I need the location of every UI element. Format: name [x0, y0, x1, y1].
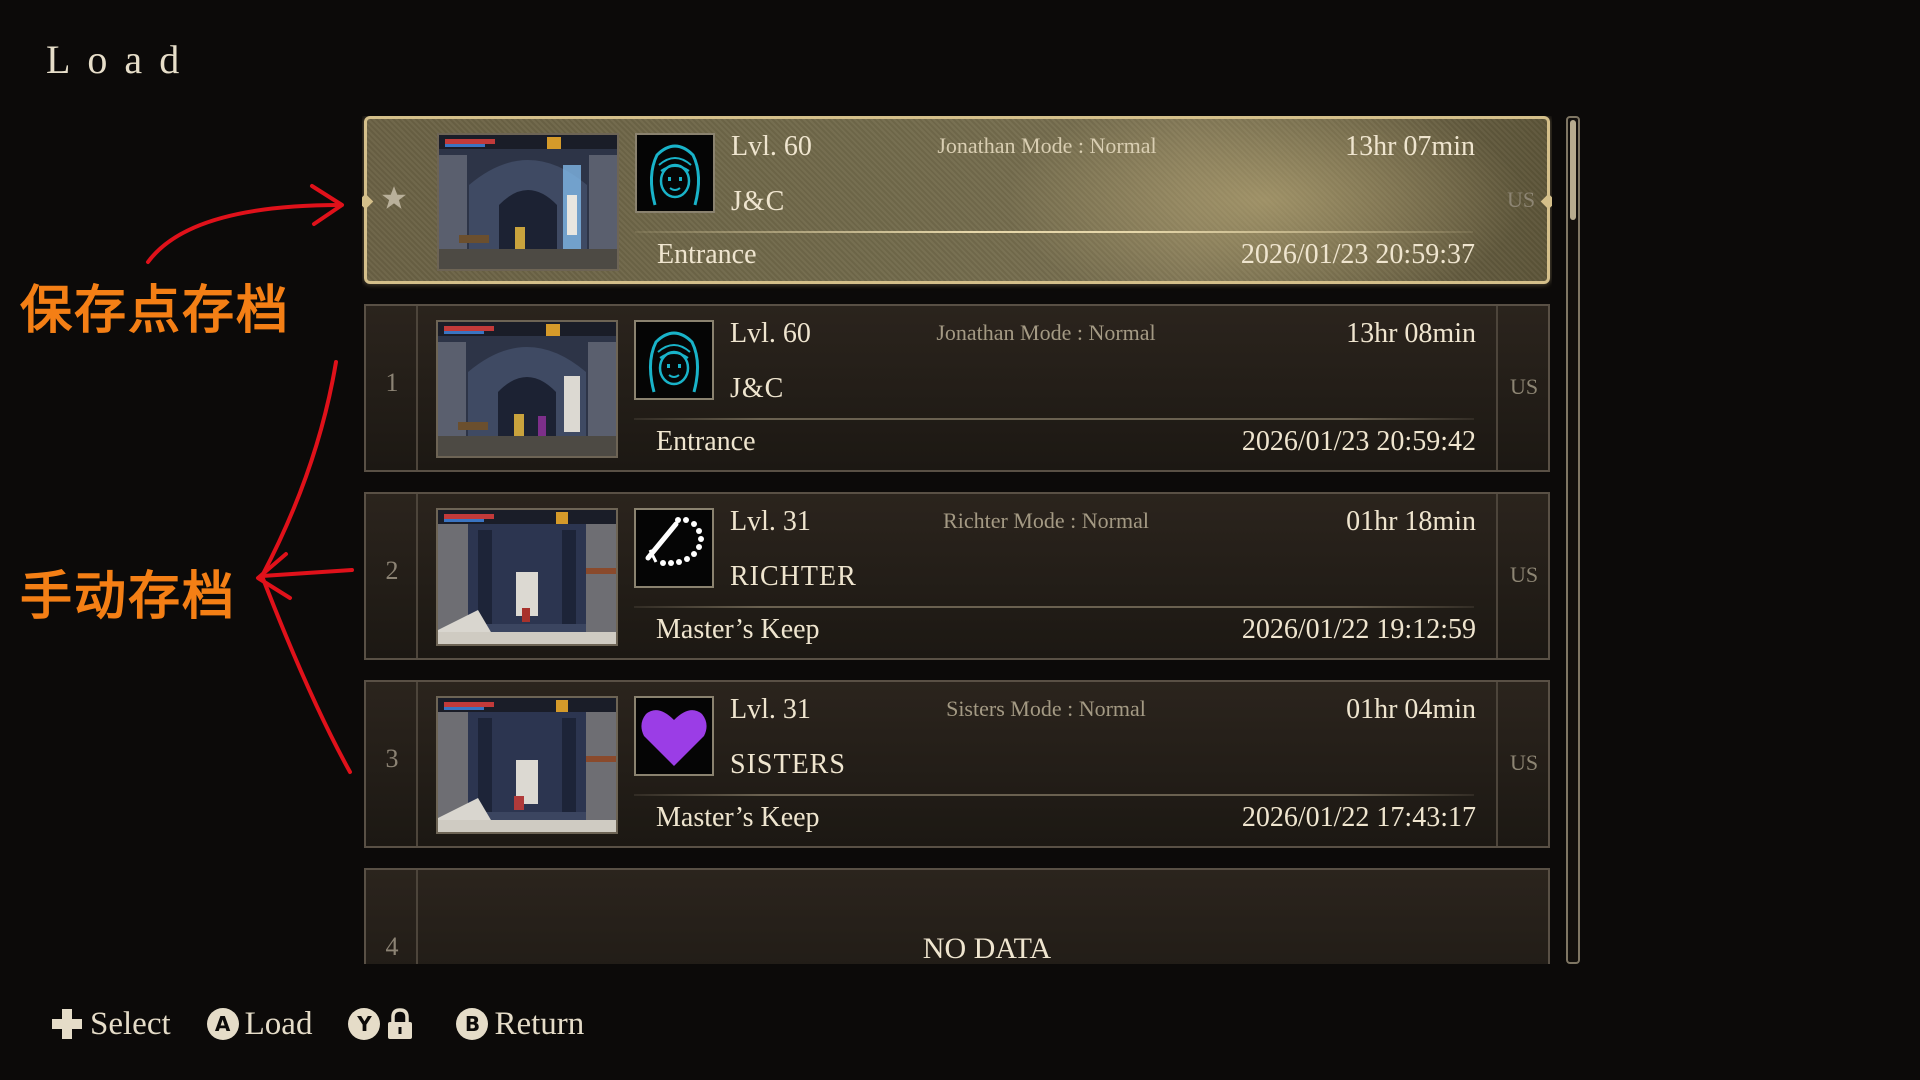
hint-select-label: Select [90, 1005, 171, 1042]
hint-lock[interactable]: Y [348, 1008, 420, 1040]
hint-return-label: Return [494, 1005, 585, 1042]
manual-save-annotation: 手动存档 [20, 567, 237, 627]
hint-return[interactable]: B Return [456, 1006, 584, 1043]
controller-hint-bar: Select A Load Y B Return [50, 1000, 620, 1048]
save-point-annotation: 保存点存档 [20, 281, 291, 341]
hint-select[interactable]: Select [50, 1006, 171, 1043]
load-screen: Load Lvl. 60 Jonathan Mode: Normal 13hr… [0, 0, 1920, 1080]
hint-load[interactable]: A Load [206, 1005, 313, 1043]
save-point-arrow [146, 203, 342, 264]
manual-save-bracket [259, 360, 352, 774]
hint-load-label: Load [244, 1005, 313, 1042]
y-button-icon: Y [348, 1008, 381, 1040]
b-button-icon: B [456, 1008, 489, 1040]
a-button-icon: A [206, 1008, 239, 1040]
annotation-layer [146, 184, 354, 774]
dpad-icon [52, 1009, 82, 1039]
lock-icon [388, 1008, 413, 1039]
manual-save-pointer [260, 568, 354, 578]
